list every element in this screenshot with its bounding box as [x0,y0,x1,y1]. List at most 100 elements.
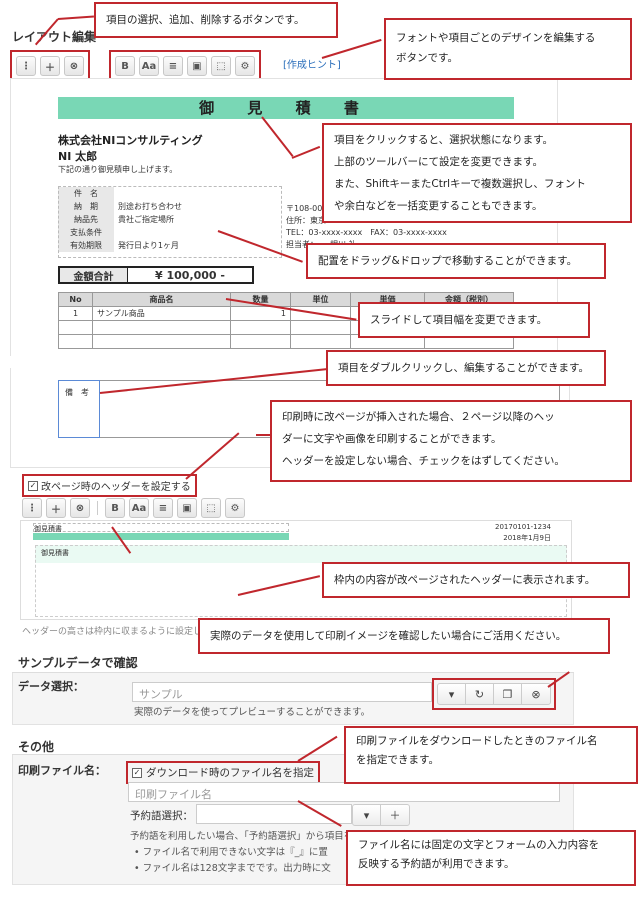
column-header[interactable]: 単位 [290,292,351,307]
chevron-down-icon[interactable]: ▾ [353,805,381,825]
plus-icon[interactable]: ＋ [381,805,409,825]
checkbox-checked-icon[interactable]: ✓ [132,767,142,778]
header-color-bar[interactable] [33,533,289,540]
align-icon[interactable]: ≡ [163,56,183,76]
callout-text: ヘッダーを設定しない場合、チェックをはずしてください。 [282,455,565,467]
callout-sample-data: 実際のデータを使用して印刷イメージを確認したい場合にご活用ください。 [198,618,610,654]
plus-icon[interactable]: ＋ [46,498,66,518]
sender-address[interactable]: 住所：東京 [286,215,326,226]
sample-data-buttons: ▾ ↻ ❐ ⊗ [437,683,551,705]
bold-icon[interactable]: B [115,56,135,76]
column-header[interactable]: 商品名 [92,292,231,307]
filename-checkbox-row[interactable]: ✓ ダウンロード時のファイル名を指定 [126,761,320,784]
bold-icon[interactable]: B [105,498,125,518]
callout-text: 反映する予約語が利用できます。 [358,858,515,870]
remarks-label-box[interactable]: 備 考 [58,380,100,438]
sample-data-buttons-frame: ▾ ↻ ❐ ⊗ [432,678,556,710]
callout-text: 項目をクリックすると、選択状態になります。 [334,134,554,146]
row-no: 1 [58,306,93,321]
reserved-word-select[interactable] [196,804,352,824]
callout-text: 項目をダブルクリックし、編集することができます。 [338,362,589,374]
greeting-text[interactable]: 下記の通り御見積申し上げます。 [58,164,177,175]
callout-text: また、ShiftキーまたCtrlキーで複数選択し、フォント [334,178,586,190]
note-bullet-1: • ファイル名で利用できない文字は『_』に置 [134,847,328,858]
callout-text: 枠内の内容が改ページされたヘッダーに表示されます。 [334,574,596,586]
delete-icon[interactable]: ⊗ [70,498,90,518]
callout-double-click: 項目をダブルクリックし、編集することができます。 [326,350,606,386]
total-label: 金額合計 [60,268,128,283]
callout-text: ファイル名には固定の文字とフォームの入力内容を [358,839,600,851]
reserved-word-buttons: ▾ ＋ [352,804,410,826]
callout-select-items: 項目をクリックすると、選択状態になります。 上部のツールバーにて設定を変更できま… [322,123,632,223]
callout-filename: 印刷ファイルをダウンロードしたときのファイル名 を指定できます。 [344,726,638,784]
callout-text: 実際のデータを使用して印刷イメージを確認したい場合にご活用ください。 [210,630,567,642]
align-icon[interactable]: ≡ [153,498,173,518]
border-icon[interactable]: ⬚ [211,56,231,76]
filename-checkbox-label: ダウンロード時のファイル名を指定 [146,767,314,779]
sample-data-title: サンプルデータで確認 [18,656,138,670]
callout-connector [57,15,94,20]
sample-data-input[interactable]: サンプル [132,682,432,702]
callout-header-content: 枠内の内容が改ページされたヘッダーに表示されます。 [322,562,630,598]
note-bullet-2-text: ファイル名は128文字までです。出力時に文 [142,863,331,874]
callout-text: スライドして項目幅を変更できます。 [370,314,548,326]
border-icon[interactable]: ⬚ [201,498,221,518]
copy-icon[interactable]: ❐ [494,684,522,704]
other-title: その他 [18,740,55,754]
header-height-note: ヘッダーの高さは枠内に収まるように設定し [22,627,203,637]
callout-text: 印刷ファイルをダウンロードしたときのファイル名 [356,735,598,747]
callout-text: 印刷時に改ページが挿入された場合、２ページ以降のヘッ [282,411,555,423]
header-checkbox-label: 改ページ時のヘッダーを設定する [41,482,191,493]
filename-label: 印刷ファイル名： [18,764,106,777]
clear-icon[interactable]: ⊗ [522,684,550,704]
total-value: ¥ 100,000 - [155,268,225,282]
layout-edit-title: レイアウト編集 [12,30,97,44]
callout-resize: スライドして項目幅を変更できます。 [358,302,590,338]
delete-icon[interactable]: ⊗ [64,56,84,76]
column-header[interactable]: No [58,292,93,307]
hint-link[interactable]: [作成ヒント] [283,56,341,71]
customer-company[interactable]: 株式会社NIコンサルティング [58,132,203,148]
font-size-icon[interactable]: Aa [129,498,149,518]
header-left-text[interactable]: 御見積書 [33,523,289,533]
sender-tel[interactable]: TEL：03-xxxx-xxxx FAX：03-xxxx-xxxx [286,227,447,238]
info-block-frame[interactable] [58,186,282,258]
menu-icon[interactable]: ⋮ [16,56,36,76]
refresh-icon[interactable]: ↻ [466,684,494,704]
gear-icon[interactable]: ⚙ [225,498,245,518]
callout-text: 上部のツールバーにて設定を変更できます。 [334,156,543,168]
checkbox-checked-icon[interactable]: ✓ [28,480,38,491]
row-product: サンプル商品 [92,306,231,321]
chevron-down-icon[interactable]: ▾ [438,684,466,704]
remarks-label: 備 考 [65,388,89,397]
font-size-icon[interactable]: Aa [139,56,159,76]
callout-text: 配置をドラッグ&ドロップで移動することができます。 [318,255,578,267]
callout-text: ボタンです。 [396,52,458,64]
header-toolbar: ⋮ ＋ ⊗ B Aa ≡ ▣ ⬚ ⚙ [22,498,245,518]
filename-input[interactable]: 印刷ファイル名 [128,782,560,802]
callout-drag-drop: 配置をドラッグ&ドロップで移動することができます。 [306,243,606,279]
header-date[interactable]: 2018年1月9日 [503,533,551,543]
document-title[interactable]: 御 見 積 書 [58,97,514,119]
customer-person[interactable]: NI 太郎 [58,148,97,164]
frame-icon[interactable]: ▣ [177,498,197,518]
callout-reserved-words: ファイル名には固定の文字とフォームの入力内容を 反映する予約語が利用できます。 [346,830,636,886]
reserved-word-label: 予約語選択： [130,810,193,822]
total-amount-box[interactable]: 金額合計 ¥ 100,000 - [58,266,254,284]
plus-icon[interactable]: ＋ [40,56,60,76]
gear-icon[interactable]: ⚙ [235,56,255,76]
callout-item-buttons: 項目の選択、追加、削除するボタンです。 [94,2,338,38]
note-bullet-2: • ファイル名は128文字までです。出力時に文 [134,863,331,874]
callout-text: を指定できます。 [356,754,439,766]
data-select-label: データ選択： [18,680,84,693]
sample-data-help: 実際のデータを使ってプレビューすることができます。 [134,707,371,718]
header-checkbox-row[interactable]: ✓ 改ページ時のヘッダーを設定する [22,474,197,497]
sender-zip[interactable]: 〒108-00 [286,203,322,214]
menu-icon[interactable]: ⋮ [22,498,42,518]
frame-icon[interactable]: ▣ [187,56,207,76]
toolbar-separator [97,501,98,515]
note-bullet-1-text: ファイル名で利用できない文字は『_』に置 [142,847,328,858]
header-doc-no[interactable]: 20170101-1234 [495,523,551,531]
callout-connector [321,38,382,59]
callout-header-info: 印刷時に改ページが挿入された場合、２ページ以降のヘッ ダーに文字や画像を印刷する… [270,400,632,482]
